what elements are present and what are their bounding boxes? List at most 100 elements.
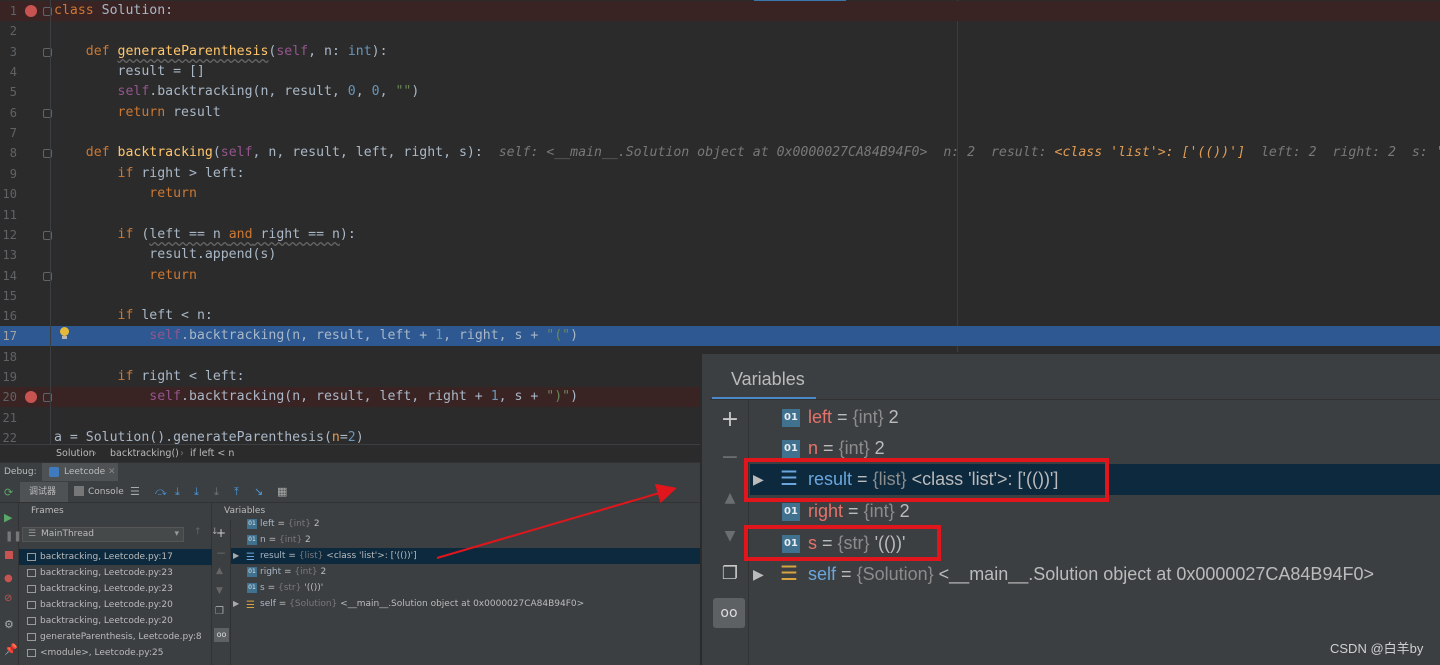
breadcrumb-item-class[interactable]: Solution: [56, 445, 95, 462]
code-line-11[interactable]: 11: [0, 205, 1440, 225]
int-icon: 01: [247, 519, 257, 529]
frame-item[interactable]: backtracking, Leetcode.py:23: [19, 581, 212, 597]
line-number: 10: [2, 187, 17, 201]
tab-leetcode[interactable]: Leetcode ✕: [42, 463, 118, 481]
remove-watch-icon[interactable]: −: [216, 546, 226, 560]
show-watches-icon[interactable]: oo: [713, 598, 745, 628]
view-breakpoints-icon[interactable]: ●: [4, 573, 13, 584]
code-line-16[interactable]: 16 if left < n:: [0, 306, 1440, 326]
evaluate-expression-icon[interactable]: ▦: [277, 485, 287, 498]
code-line-6[interactable]: 6 return result: [0, 103, 1440, 123]
move-up-icon[interactable]: ▲: [720, 488, 740, 508]
line-number: 8: [9, 146, 17, 160]
variables-zoom-title: Variables: [731, 369, 805, 389]
code-line-8[interactable]: 8 def backtracking(self, n, result, left…: [0, 143, 1440, 163]
code-text: self.backtracking(n, result, left, right…: [149, 389, 579, 404]
expand-arrow-icon[interactable]: ▶: [233, 548, 239, 564]
code-line-13[interactable]: 13 result.append(s): [0, 245, 1440, 265]
breakpoint-icon[interactable]: [25, 5, 37, 17]
int-icon: 01: [782, 503, 800, 521]
code-text: return: [149, 186, 197, 201]
step-into-icon[interactable]: ⤓: [175, 485, 180, 499]
divider: [710, 399, 1440, 400]
zoom-variable-row-left[interactable]: 01 left = {int} 2: [750, 402, 1440, 433]
frame-up-icon[interactable]: ↑: [194, 527, 202, 537]
frame-item[interactable]: generateParenthesis, Leetcode.py:8: [19, 629, 212, 645]
code-line-2[interactable]: 2: [0, 21, 1440, 41]
resume-icon[interactable]: ▶: [4, 511, 12, 524]
step-out-icon[interactable]: ⤒: [234, 485, 239, 499]
expand-arrow-icon[interactable]: ▶: [233, 596, 239, 612]
variable-row-s[interactable]: 01 s = {str} '(())': [231, 580, 700, 596]
line-number: 13: [2, 248, 17, 262]
code-line-15[interactable]: 15: [0, 286, 1440, 306]
pin-icon[interactable]: 📌: [4, 643, 18, 656]
breadcrumb-item-method[interactable]: backtracking(): [110, 445, 179, 462]
step-into-my-code-icon[interactable]: ⤓: [194, 485, 199, 499]
add-watch-icon[interactable]: +: [216, 526, 226, 540]
watermark: CSDN @白羊by: [1330, 641, 1424, 656]
code-text: self.backtracking(n, result, 0, 0, ""): [117, 84, 420, 99]
debug-side-toolbar: ▶ ❚❚ ● ⊘ ⚙ 📌: [0, 503, 22, 665]
variable-row-result[interactable]: ▶ ☰ result = {list} <class 'list'>: ['((…: [231, 548, 700, 564]
show-watches-icon[interactable]: oo: [214, 628, 229, 642]
breadcrumb-item-block[interactable]: if left < n: [190, 445, 234, 462]
variables-zoom-panel: Variables + − ▲ ▼ ❐ oo 01 left = {int} 2…: [700, 352, 1440, 665]
stop-icon[interactable]: [5, 551, 13, 559]
step-over-icon[interactable]: ⤼: [155, 485, 167, 499]
force-step-into-icon[interactable]: ⤓: [214, 485, 219, 499]
copy-icon[interactable]: ❐: [720, 564, 740, 584]
code-line-17-current[interactable]: 17 self.backtracking(n, result, left + 1…: [0, 326, 1440, 346]
code-line-14[interactable]: 14 return: [0, 266, 1440, 286]
code-line-1[interactable]: 1 class Solution:: [0, 1, 1440, 21]
rerun-icon[interactable]: ⟳: [4, 486, 13, 499]
tab-console[interactable]: Console: [88, 482, 124, 502]
code-text: self.backtracking(n, result, left + 1, r…: [149, 328, 579, 343]
add-watch-icon[interactable]: +: [720, 409, 740, 431]
breakpoint-icon[interactable]: [25, 391, 37, 403]
variable-row-self[interactable]: ▶ ☰ self = {Solution} <__main__.Solution…: [231, 596, 700, 612]
highlight-box-s: [744, 525, 941, 561]
code-line-3[interactable]: 3 def generateParenthesis(self, n: int):: [0, 42, 1440, 62]
close-icon[interactable]: ✕: [108, 463, 116, 481]
code-line-12[interactable]: 12 if (left == n and right == n):: [0, 225, 1440, 245]
frame-item[interactable]: backtracking, Leetcode.py:23: [19, 565, 212, 581]
code-text: result.append(s): [54, 247, 277, 262]
int-icon: 01: [782, 409, 800, 427]
code-text: class Solution:: [54, 3, 174, 18]
variable-row-left[interactable]: 01 left = {int} 2: [231, 516, 700, 532]
variable-row-n[interactable]: 01 n = {int} 2: [231, 532, 700, 548]
inline-debug-left: left: 2: [1260, 145, 1317, 160]
code-text: def generateParenthesis(self, n: int):: [85, 44, 388, 59]
move-up-icon[interactable]: ▲: [216, 566, 223, 576]
variable-row-right[interactable]: 01 right = {int} 2: [231, 564, 700, 580]
frame-item[interactable]: <module>, Leetcode.py:25: [19, 645, 212, 661]
frame-item[interactable]: backtracking, Leetcode.py:20: [19, 613, 212, 629]
frame-item[interactable]: backtracking, Leetcode.py:17: [19, 549, 212, 565]
expand-arrow-icon[interactable]: ▶: [753, 559, 764, 590]
zoom-variable-row-self[interactable]: ▶ ☰ self = {Solution} <__main__.Solution…: [750, 559, 1440, 590]
inline-debug-result-value: <class 'list'>: ['(())']: [1054, 145, 1246, 160]
thread-select[interactable]: ☰ MainThread ▾: [22, 527, 184, 542]
frame-item[interactable]: backtracking, Leetcode.py:20: [19, 597, 212, 613]
menu-icon[interactable]: ☰: [130, 485, 140, 498]
mute-breakpoints-icon[interactable]: ⊘: [4, 593, 12, 604]
copy-icon[interactable]: ❐: [215, 606, 224, 617]
code-line-10[interactable]: 10 return: [0, 184, 1440, 204]
code-line-4[interactable]: 4 result = []: [0, 62, 1440, 82]
line-number: 21: [2, 411, 17, 425]
move-down-icon[interactable]: ▼: [720, 526, 740, 546]
chevron-down-icon: ▾: [174, 529, 179, 539]
remove-watch-icon[interactable]: −: [720, 447, 740, 469]
tab-debugger[interactable]: 调试器: [20, 482, 68, 502]
settings-icon[interactable]: ⚙: [4, 618, 14, 631]
code-line-5[interactable]: 5 self.backtracking(n, result, 0, 0, ""): [0, 82, 1440, 102]
move-down-icon[interactable]: ▼: [216, 586, 223, 596]
line-number: 6: [9, 106, 17, 120]
frames-panel: Frames ☰ MainThread ▾ ↑ ↓ backtracking, …: [19, 503, 219, 665]
run-to-cursor-icon[interactable]: ↘: [254, 485, 263, 498]
code-line-7[interactable]: 7: [0, 123, 1440, 143]
frame-icon: [27, 585, 36, 593]
frame-icon: [27, 617, 36, 625]
code-line-9[interactable]: 9 if right > left:: [0, 164, 1440, 184]
